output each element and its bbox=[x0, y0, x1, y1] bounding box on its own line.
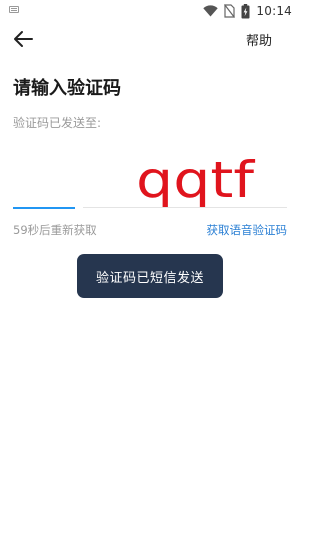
voice-code-link[interactable]: 获取语音验证码 bbox=[207, 222, 288, 238]
toast-text: 验证码已短信发送 bbox=[95, 270, 204, 286]
toast-message: 验证码已短信发送 bbox=[77, 254, 223, 298]
no-sim-icon bbox=[224, 4, 236, 18]
arrow-left-icon bbox=[14, 31, 33, 47]
app-header: 帮助 bbox=[0, 26, 300, 52]
page-title: 请输入验证码 bbox=[13, 78, 121, 99]
battery-charging-icon bbox=[241, 3, 250, 18]
wifi-icon bbox=[203, 5, 219, 17]
verification-code-input[interactable] bbox=[13, 180, 287, 208]
input-underline bbox=[83, 207, 287, 208]
back-button[interactable] bbox=[10, 26, 36, 52]
status-icons: 10:14 bbox=[203, 2, 292, 20]
input-underline-active bbox=[13, 207, 75, 209]
status-bar: 10:14 bbox=[0, 0, 300, 22]
sent-to-label: 验证码已发送至: bbox=[13, 116, 102, 130]
help-button[interactable]: 帮助 bbox=[246, 30, 272, 49]
status-time: 10:14 bbox=[256, 4, 292, 18]
verification-code-field: qqtf bbox=[13, 150, 287, 210]
keyboard-icon bbox=[9, 6, 19, 13]
resend-countdown: 59秒后重新获取 bbox=[13, 223, 97, 237]
